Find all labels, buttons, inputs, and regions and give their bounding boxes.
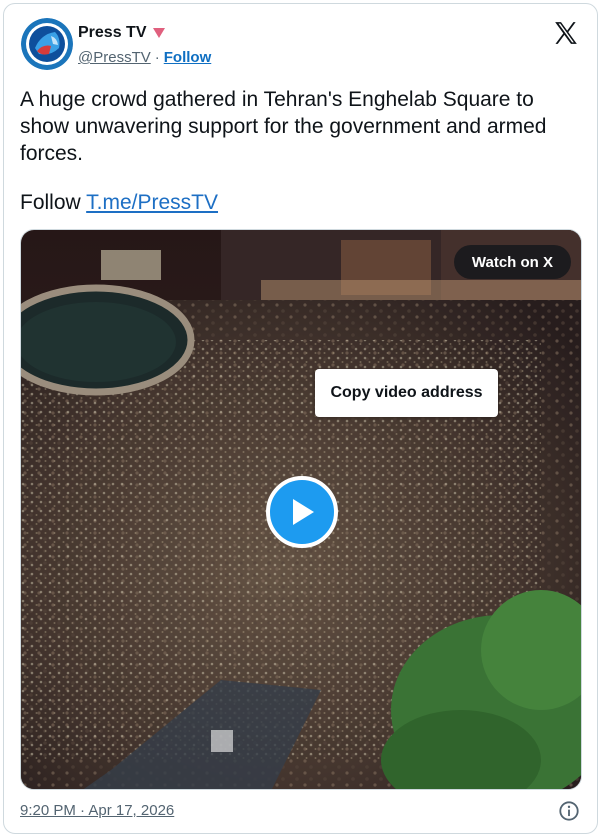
follow-line: Follow T.me/PressTV [20, 191, 218, 215]
video-player[interactable]: Watch on X Copy video address [20, 229, 582, 790]
follow-prefix: Follow [20, 191, 81, 214]
presstv-logo-icon [21, 18, 73, 70]
tweet-timestamp[interactable]: 9:20 PM · Apr 17, 2026 [20, 802, 174, 819]
separator-dot: · [154, 49, 160, 66]
copy-video-address-menu-item[interactable]: Copy video address [315, 369, 498, 417]
author-avatar[interactable] [21, 18, 73, 70]
info-icon[interactable] [558, 800, 580, 822]
tweet-card: Press TV @PressTV · Follow A huge crowd … [3, 3, 598, 834]
author-handle[interactable]: @PressTV [78, 49, 151, 66]
author-name[interactable]: Press TV [78, 24, 146, 42]
x-logo-icon[interactable] [553, 20, 579, 46]
heart-badge-icon [153, 28, 166, 38]
watch-on-x-button[interactable]: Watch on X [453, 245, 571, 279]
tweet-text: A huge crowd gathered in Tehran's Enghel… [20, 88, 547, 165]
play-button[interactable] [266, 476, 338, 548]
telegram-link[interactable]: T.me/PressTV [86, 191, 218, 214]
follow-link[interactable]: Follow [164, 49, 212, 66]
play-icon [293, 499, 314, 525]
